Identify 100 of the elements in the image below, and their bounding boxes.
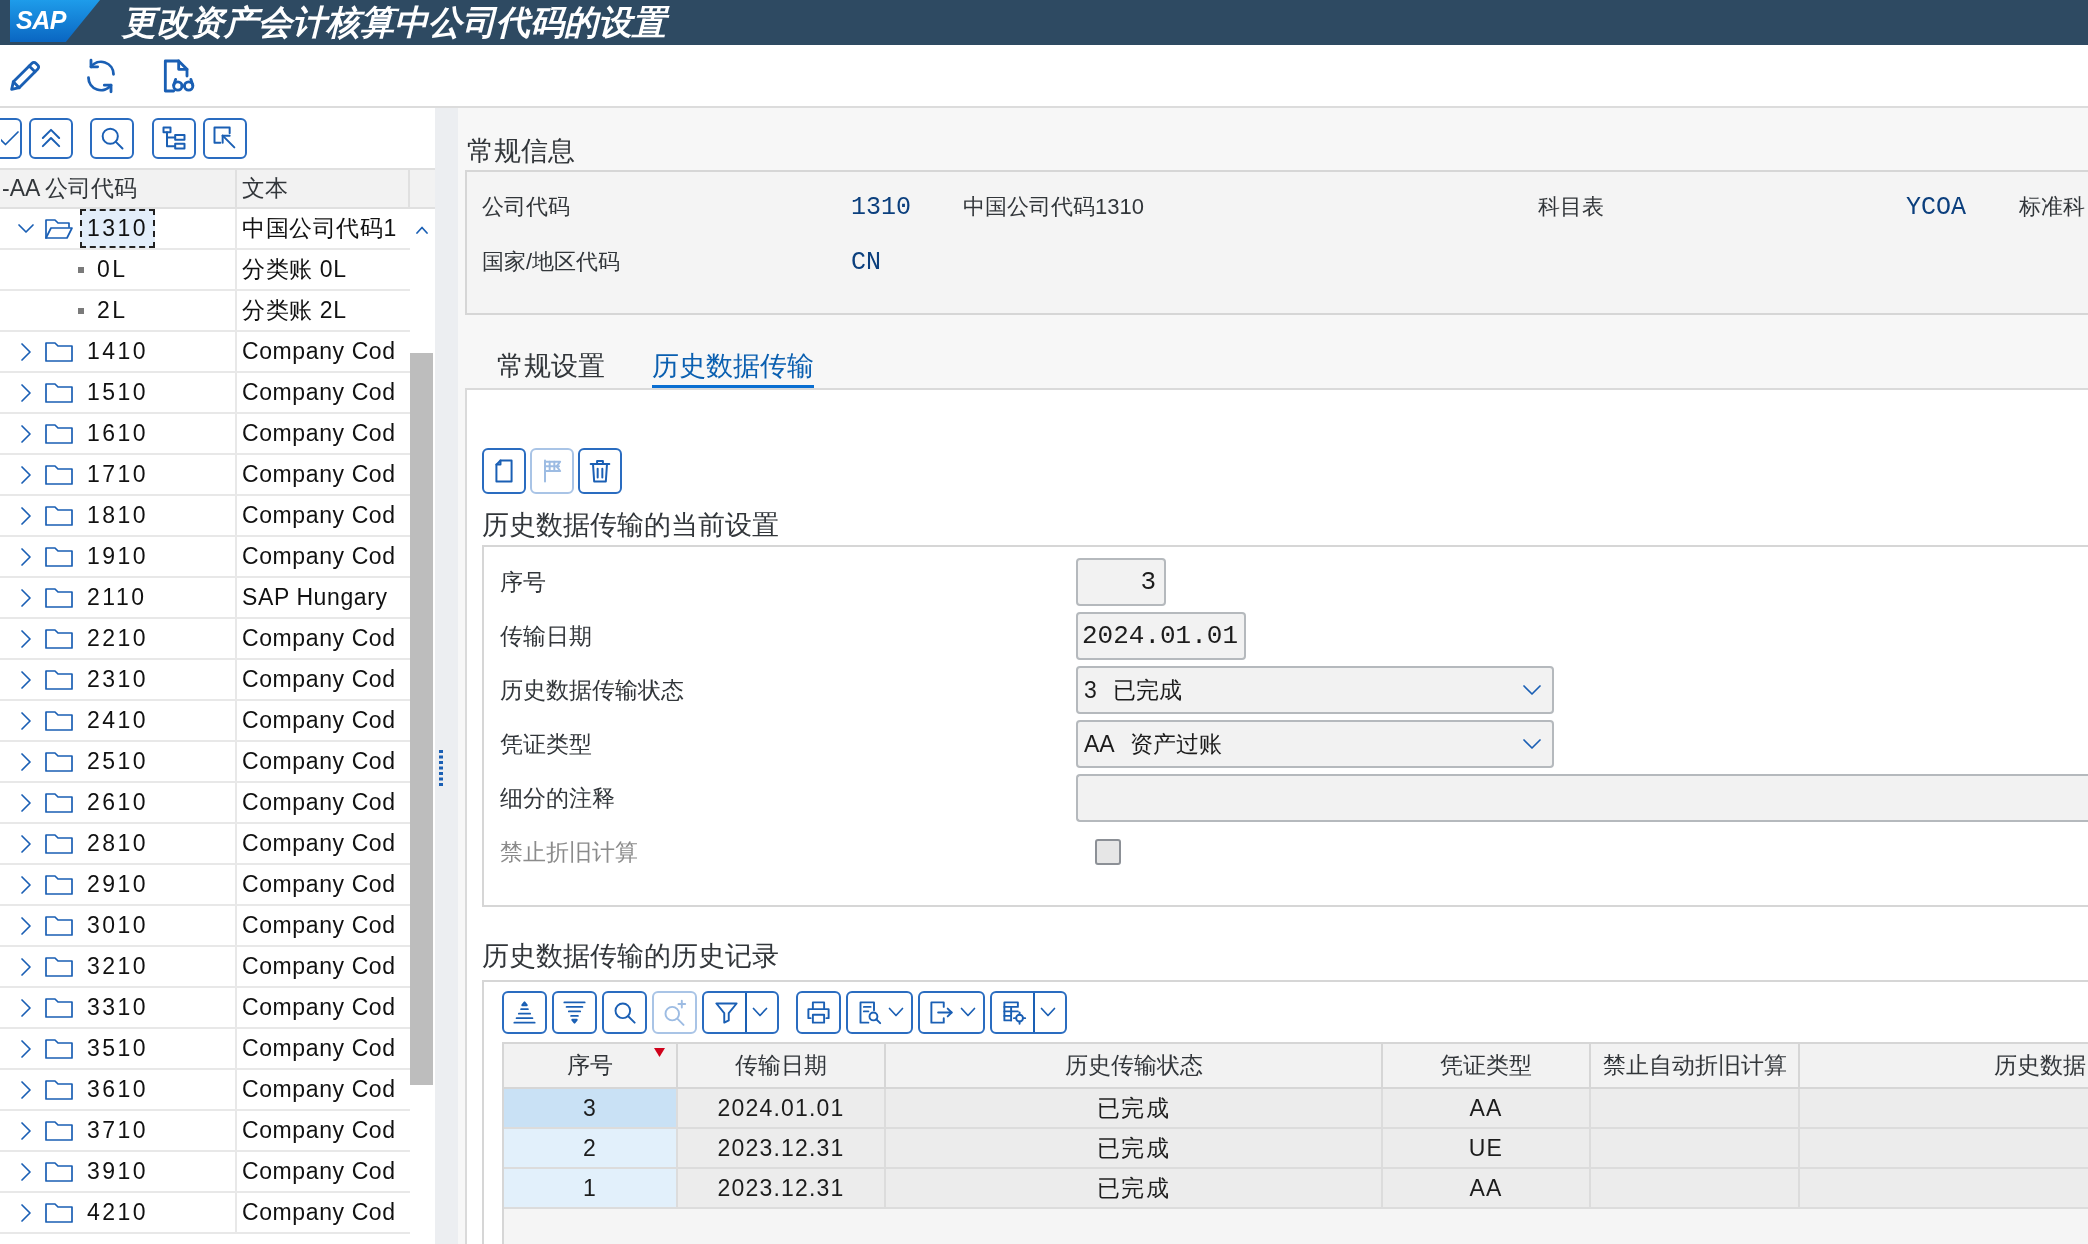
filter-button[interactable] (702, 990, 779, 1034)
folder-icon (44, 954, 74, 979)
table-cell: 1 (504, 1169, 678, 1207)
bullet-icon (78, 307, 84, 314)
folder-icon (44, 462, 74, 487)
field-label: 科目表 (1538, 193, 1604, 221)
tree-node[interactable]: 2410 (80, 701, 156, 740)
caret-up-icon[interactable] (416, 226, 428, 234)
check-button[interactable] (0, 117, 22, 159)
tree-node[interactable]: 3610 (80, 1070, 156, 1109)
tree-node[interactable]: 3710 (80, 1111, 156, 1150)
folder-icon (44, 503, 74, 528)
tree-node-text: 中国公司代码1 (242, 214, 397, 243)
column-header[interactable]: 禁止自动折旧计算 (1591, 1044, 1800, 1087)
dropdown[interactable]: AA 资产过账 (1076, 720, 1554, 768)
tree-node[interactable]: 1710 (80, 455, 156, 494)
collapse-all-button[interactable] (29, 117, 73, 159)
field-description: 中国公司代码1310 (963, 193, 1144, 221)
folder-icon (44, 339, 74, 364)
column-header[interactable]: 序号 (504, 1044, 678, 1087)
folder-icon (44, 421, 74, 446)
input-field[interactable] (1076, 774, 2088, 822)
sort-ascending-button[interactable] (502, 990, 547, 1034)
tree-node[interactable]: 3910 (80, 1152, 156, 1191)
delete-button[interactable] (578, 448, 622, 494)
scrollbar-thumb[interactable] (410, 353, 433, 1085)
tree-node[interactable]: 1310 (80, 209, 156, 248)
tree-node-text: Company Cod (242, 953, 396, 980)
field-value: CN (851, 247, 881, 277)
tree-view-button[interactable] (152, 117, 196, 159)
tree-node-text: Company Cod (242, 707, 396, 734)
select-button[interactable] (203, 117, 247, 159)
table-cell: AA (1383, 1169, 1591, 1207)
tree-node[interactable]: 2110 (80, 578, 154, 617)
table-cell: 已完成 (886, 1129, 1383, 1167)
sort-descending-icon (561, 998, 588, 1026)
folder-icon (44, 913, 74, 938)
open-folder-icon (44, 216, 74, 241)
table-cell: UE (1383, 1129, 1591, 1167)
check-icon (1, 130, 19, 146)
tree-node[interactable]: 3310 (80, 988, 156, 1027)
folder-icon (44, 1159, 74, 1184)
table-cell: 3 (504, 1089, 678, 1127)
tree-node[interactable]: 0L (90, 250, 135, 289)
tree-node[interactable]: 1410 (80, 332, 156, 371)
tree-node[interactable]: 3510 (80, 1029, 156, 1068)
tab[interactable]: 常规设置 (497, 349, 605, 388)
tree-structure-icon (160, 124, 188, 152)
sort-descending-button[interactable] (552, 990, 597, 1034)
tree-node[interactable]: 1510 (80, 373, 156, 412)
column-header[interactable]: 历史数据 (1800, 1044, 2088, 1087)
field-label: 凭证类型 (500, 729, 593, 759)
tree-node-text: Company Cod (242, 789, 396, 816)
tree-node[interactable]: 4210 (80, 1193, 156, 1232)
folder-icon (44, 1200, 74, 1225)
table-cell: 已完成 (886, 1089, 1383, 1127)
tree-node[interactable]: 2310 (80, 660, 156, 699)
tree-node-text: Company Cod (242, 994, 396, 1021)
field-label: 细分的注释 (500, 783, 616, 813)
table-cell: AA (1383, 1089, 1591, 1127)
bullet-icon (78, 266, 84, 273)
tree-node[interactable]: 3210 (80, 947, 156, 986)
tree-node[interactable]: 2210 (80, 619, 156, 658)
folder-icon (44, 380, 74, 405)
find-button[interactable] (602, 990, 647, 1034)
tree-node-text: Company Cod (242, 1199, 396, 1226)
tree-node[interactable]: 2510 (80, 742, 156, 781)
tree-node-text: Company Cod (242, 461, 396, 488)
column-header[interactable]: 历史传输状态 (886, 1044, 1383, 1087)
tree-node[interactable]: 3010 (80, 906, 156, 945)
folder-icon (44, 831, 74, 856)
tree-node[interactable]: 2L (90, 291, 135, 330)
view-button[interactable] (846, 990, 913, 1034)
layout-button[interactable] (990, 990, 1067, 1034)
field-label: 国家/地区代码 (482, 248, 621, 276)
tree-node[interactable]: 2610 (80, 783, 156, 822)
tree-node-text: Company Cod (242, 502, 396, 529)
tree-node[interactable]: 2910 (80, 865, 156, 904)
table-cell: 2024.01.01 (678, 1089, 886, 1127)
export-button[interactable] (918, 990, 985, 1034)
new-entry-button[interactable] (482, 448, 526, 494)
print-button[interactable] (796, 990, 841, 1034)
field-value: YCOA (1906, 192, 1966, 222)
tree-node[interactable]: 2810 (80, 824, 156, 863)
table-cell: 已完成 (886, 1169, 1383, 1207)
input-field[interactable]: 2024.01.01 (1076, 612, 1246, 660)
section-title: 常规信息 (467, 135, 575, 168)
tree-node[interactable]: 1810 (80, 496, 156, 535)
column-header: 文本 (237, 170, 410, 207)
tree-node[interactable]: 1910 (80, 537, 156, 576)
tree-node[interactable]: 1610 (80, 414, 156, 453)
search-button[interactable] (90, 117, 134, 159)
input-field[interactable]: 3 (1076, 558, 1166, 606)
folder-icon (44, 1077, 74, 1102)
chevron-down-icon (1522, 738, 1542, 750)
column-header[interactable]: 传输日期 (678, 1044, 886, 1087)
section-title: 历史数据传输的当前设置 (482, 509, 779, 542)
export-icon (927, 998, 955, 1026)
column-header[interactable]: 凭证类型 (1383, 1044, 1591, 1087)
dropdown[interactable]: 3 已完成 (1076, 666, 1554, 714)
